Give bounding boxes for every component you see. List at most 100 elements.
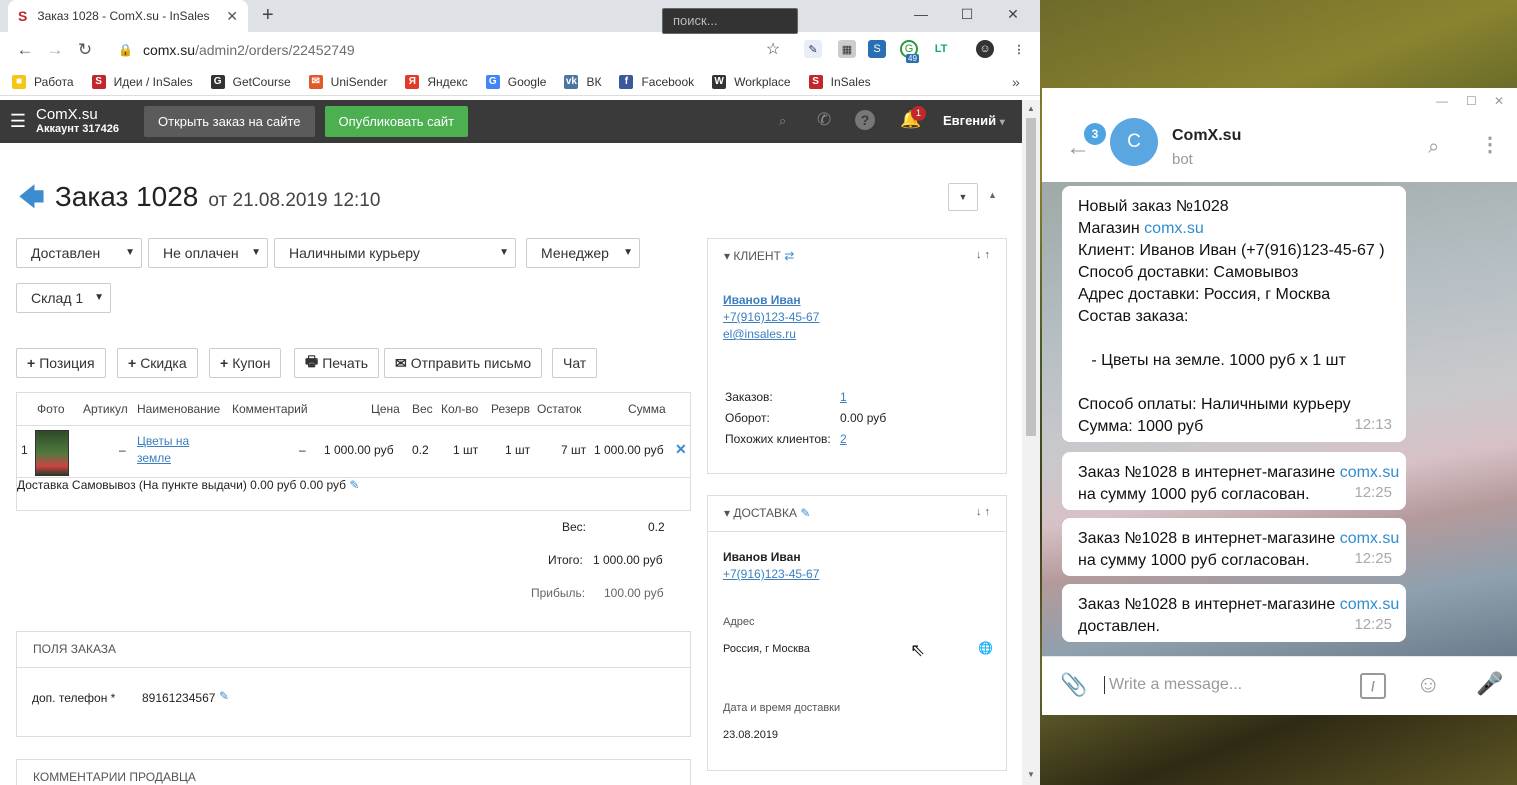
chat-button[interactable]: Чат <box>552 348 598 378</box>
scroll-down-icon[interactable]: ▼ <box>1027 770 1035 779</box>
payment-status-select[interactable]: Не оплачен ▼ <box>148 238 268 268</box>
back-arrow-icon[interactable]: 🡄 <box>18 179 45 223</box>
edit-pencil-icon[interactable]: ✎ <box>800 506 810 520</box>
more-vert-icon[interactable]: ⋮ <box>1480 132 1500 157</box>
globe-icon[interactable]: 🌐 <box>978 641 993 655</box>
warehouse-select[interactable]: Склад 1 ▼ <box>16 283 111 313</box>
message-bubble[interactable]: Заказ №1028 в интернет-магазине comx.su … <box>1062 452 1406 510</box>
row-sum: 1 000.00 руб <box>594 443 664 457</box>
bot-avatar[interactable]: C <box>1110 118 1158 166</box>
delivery-panel-header[interactable]: ▾ ДОСТАВКА ✎ ↓ ↑ <box>708 496 1006 532</box>
delivery-phone-link[interactable]: +7(916)123-45-67 <box>723 567 819 581</box>
bookmark-favicon-icon: ■ <box>12 74 26 89</box>
add-coupon-button[interactable]: + Купон <box>209 348 282 378</box>
reload-icon[interactable]: ↻ <box>70 40 100 60</box>
brand[interactable]: ComX.su Аккаунт 317426 <box>36 107 136 136</box>
bookmark-label: UniSender <box>330 74 388 89</box>
menu-icon[interactable]: ☰ <box>0 111 36 132</box>
bot-commands-icon[interactable]: / <box>1360 673 1386 699</box>
bookmark-item[interactable]: G Google <box>485 74 546 89</box>
help-icon[interactable]: ? <box>855 110 875 130</box>
manager-select[interactable]: Менеджер ▼ <box>526 238 640 268</box>
collapse-icon[interactable]: ▲ <box>988 190 997 200</box>
move-arrows-icon[interactable]: ↓ ↑ <box>976 249 990 261</box>
client-panel-header[interactable]: ▾ КЛИЕНТ ⇄ ↓ ↑ <box>708 239 1006 275</box>
bookmark-item[interactable]: G GetCourse <box>210 74 291 89</box>
bookmark-item[interactable]: ✉ UniSender <box>308 74 388 89</box>
user-menu[interactable]: Евгений ▾ <box>943 113 1005 128</box>
scrollbar-thumb[interactable] <box>1026 118 1036 436</box>
close-window-icon[interactable]: ✕ <box>990 0 1036 28</box>
extension-icon[interactable]: LT <box>932 40 950 58</box>
message-bubble[interactable]: Заказ №1028 в интернет-магазине comx.su … <box>1062 518 1406 576</box>
bookmark-item[interactable]: f Facebook <box>619 74 694 89</box>
extra-phone-value[interactable]: 89161234567 <box>142 691 215 705</box>
scroll-up-icon[interactable]: ▲ <box>1027 104 1035 113</box>
bookmark-item[interactable]: ■ Работа <box>12 74 74 89</box>
product-name-link-line2[interactable]: земле <box>137 451 171 465</box>
client-name-link[interactable]: Иванов Иван <box>723 293 801 307</box>
client-phone-link[interactable]: +7(916)123-45-67 <box>723 310 819 324</box>
phone-icon[interactable]: ✆ <box>817 110 831 130</box>
edit-pencil-icon[interactable]: ✎ <box>349 478 359 492</box>
product-name-link[interactable]: Цветы на <box>137 434 189 448</box>
shop-link[interactable]: comx.su <box>1340 596 1400 613</box>
move-arrows-icon[interactable]: ↓ ↑ <box>976 506 990 518</box>
maximize-icon[interactable]: ☐ <box>944 0 990 28</box>
url-field[interactable]: comx.su/admin2/orders/22452749 <box>143 42 355 58</box>
back-icon[interactable]: ← <box>10 40 40 60</box>
extension-icon[interactable]: S <box>868 40 886 58</box>
search-input[interactable]: поиск... <box>662 8 798 34</box>
publish-site-button[interactable]: Опубликовать сайт <box>324 106 469 137</box>
message-bubble[interactable]: Заказ №1028 в интернет-магазине comx.su … <box>1062 584 1406 642</box>
payment-method-select[interactable]: Наличными курьеру ▼ <box>274 238 516 268</box>
bookmark-item[interactable]: Я Яндекс <box>405 74 468 89</box>
shop-link[interactable]: comx.su <box>1144 220 1204 237</box>
chrome-menu-icon[interactable]: ⋮ <box>1010 40 1028 58</box>
bookmark-item[interactable]: W Workplace <box>712 74 791 89</box>
message-input[interactable]: Write a message... <box>1104 676 1242 694</box>
forward-icon[interactable]: → <box>40 40 70 60</box>
search-icon[interactable]: ⌕ <box>1428 136 1439 159</box>
bookmarks-overflow-icon[interactable]: » <box>1012 74 1020 90</box>
order-status-select[interactable]: Доставлен ▼ <box>16 238 142 268</box>
bookmark-star-icon[interactable]: ☆ <box>764 40 782 58</box>
order-actions-dropdown[interactable]: ▼ <box>948 183 978 211</box>
client-panel: ▾ КЛИЕНТ ⇄ ↓ ↑ Иванов Иван +7(916)123-45-… <box>707 238 1007 474</box>
bookmark-item[interactable]: S Идеи / InSales <box>91 74 193 89</box>
caret-down-icon: ▾ <box>724 249 731 263</box>
message-bubble[interactable]: Новый заказ №1028 Магазин comx.su Клиент… <box>1062 186 1406 442</box>
microphone-icon[interactable]: 🎤 <box>1476 671 1503 697</box>
chat-history[interactable]: Новый заказ №1028 Магазин comx.su Клиент… <box>1042 182 1517 656</box>
product-photo[interactable] <box>35 430 69 476</box>
similar-clients-link[interactable]: 2 <box>840 432 847 446</box>
emoji-icon[interactable]: ☺ <box>1416 671 1441 699</box>
chat-name[interactable]: ComX.su <box>1172 127 1241 145</box>
add-position-button[interactable]: + Позиция <box>16 348 106 378</box>
extension-icon[interactable]: ✎ <box>804 40 822 58</box>
swap-client-icon[interactable]: ⇄ <box>784 249 794 263</box>
minimize-icon[interactable]: — <box>898 0 944 28</box>
url-host: comx.su <box>142 42 196 58</box>
browser-tab[interactable]: S Заказ 1028 - ComX.su - InSales ✕ <box>8 0 248 32</box>
bookmark-item[interactable]: S InSales <box>808 74 871 89</box>
orders-count-link[interactable]: 1 <box>840 390 847 404</box>
attach-icon[interactable]: 📎 <box>1060 672 1087 698</box>
extension-icon[interactable]: ▦ <box>838 40 856 58</box>
search-icon[interactable]: ⌕ <box>779 113 786 129</box>
profile-avatar-icon[interactable]: ☺ <box>976 40 994 58</box>
remove-item-icon[interactable]: ✕ <box>675 441 687 458</box>
delivery-panel: ▾ ДОСТАВКА ✎ ↓ ↑ Иванов Иван +7(916)123-4… <box>707 495 1007 771</box>
new-tab-icon[interactable]: + <box>262 4 274 27</box>
shop-link[interactable]: comx.su <box>1340 530 1400 547</box>
add-discount-button[interactable]: + Скидка <box>117 348 198 378</box>
close-tab-icon[interactable]: ✕ <box>226 8 238 25</box>
shop-link[interactable]: comx.su <box>1340 464 1400 481</box>
client-email-link[interactable]: el@insales.ru <box>723 327 796 341</box>
send-mail-button[interactable]: ✉ Отправить письмо <box>384 348 543 378</box>
print-button[interactable]: 🖶 Печать <box>294 348 380 378</box>
bookmark-item[interactable]: vk ВК <box>564 74 601 89</box>
open-order-site-button[interactable]: Открыть заказ на сайте <box>144 106 315 137</box>
page-scrollbar[interactable]: ▲ ▼ <box>1022 100 1040 785</box>
edit-pencil-icon[interactable]: ✎ <box>219 689 229 703</box>
